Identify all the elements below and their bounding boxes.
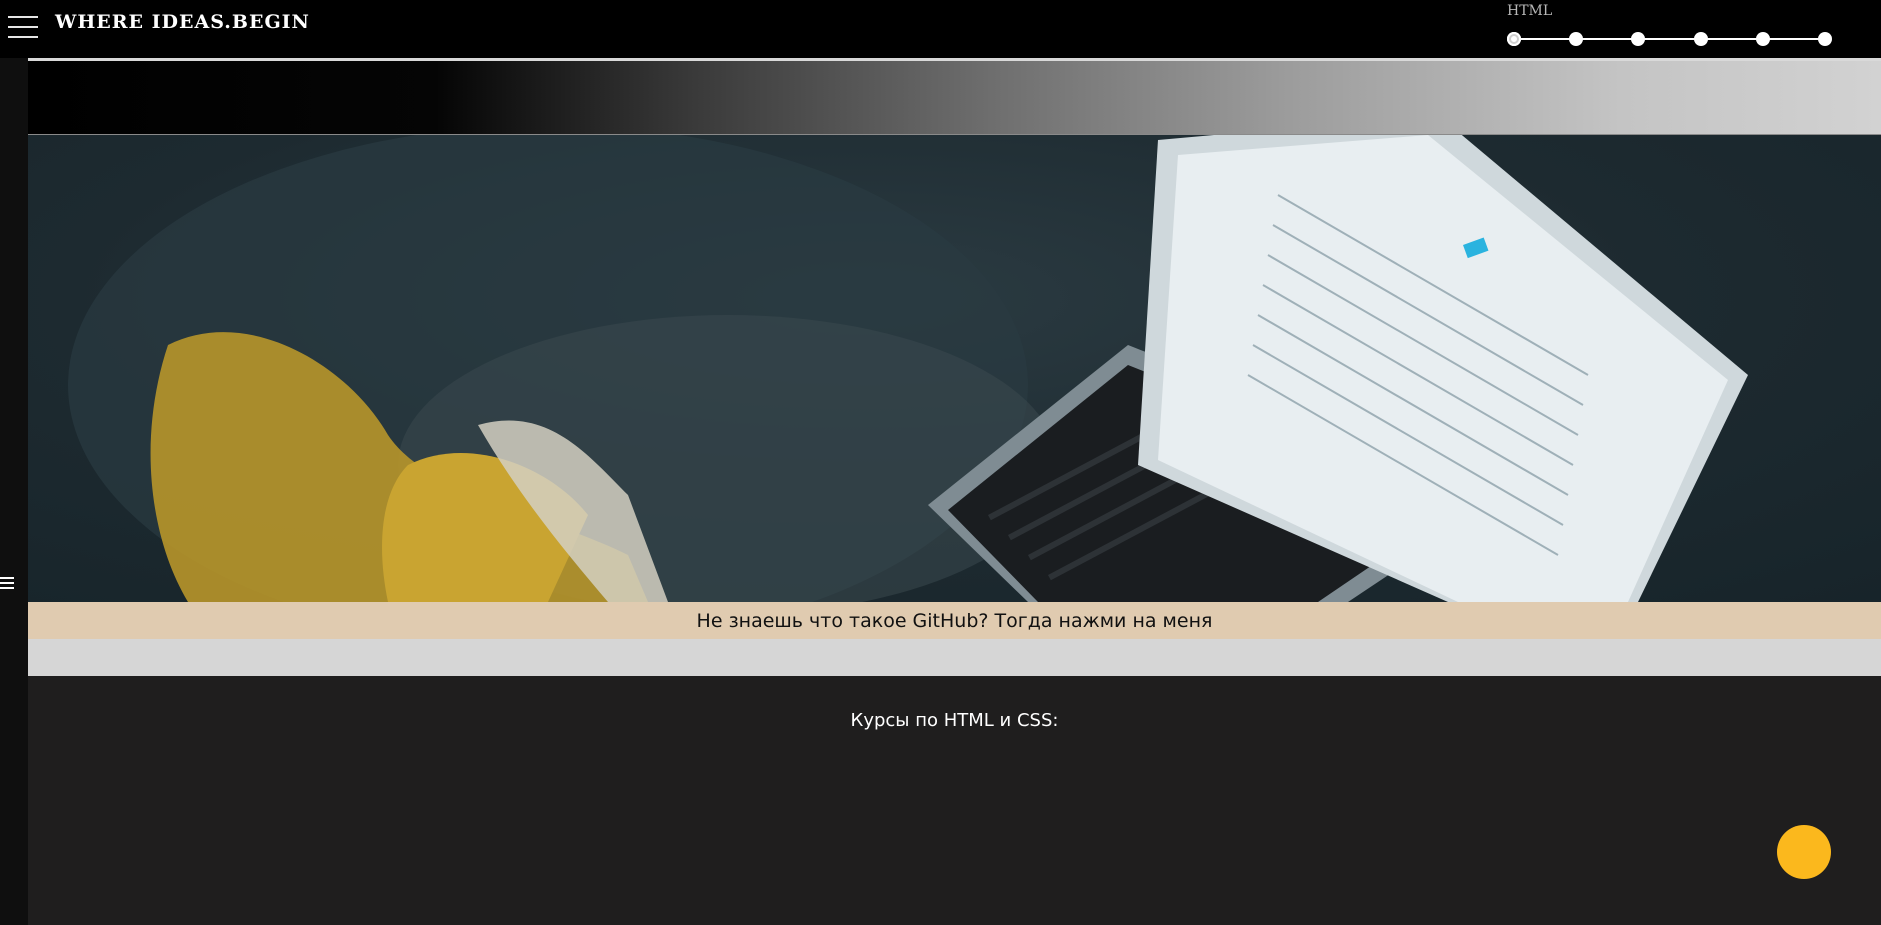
github-banner-text: Не знаешь что такое GitHub? Тогда нажми … [696, 609, 1213, 632]
hero-image [28, 135, 1881, 602]
progress-label: HTML [1507, 3, 1553, 19]
progress-step-5[interactable] [1756, 32, 1770, 46]
progress-step-2[interactable] [1569, 32, 1583, 46]
gradient-band [28, 61, 1881, 135]
top-navbar: WHERE IDEAS.BEGIN HTML [0, 0, 1881, 58]
floating-action-button[interactable] [1777, 825, 1831, 879]
hamburger-icon[interactable] [8, 16, 38, 40]
progress-step-4[interactable] [1694, 32, 1708, 46]
progress-track [1514, 38, 1824, 40]
progress-step-6[interactable] [1818, 32, 1832, 46]
progress-step-1[interactable] [1507, 32, 1521, 46]
sidebar-menu-icon[interactable] [0, 577, 14, 591]
courses-heading: Курсы по HTML и CSS: [850, 710, 1059, 731]
laptop-photo [68, 135, 1748, 602]
site-brand[interactable]: WHERE IDEAS.BEGIN [55, 11, 310, 33]
github-banner-link[interactable]: Не знаешь что такое GitHub? Тогда нажми … [28, 602, 1881, 639]
gray-separator [28, 639, 1881, 676]
sidebar [0, 58, 28, 925]
progress-step-3[interactable] [1631, 32, 1645, 46]
